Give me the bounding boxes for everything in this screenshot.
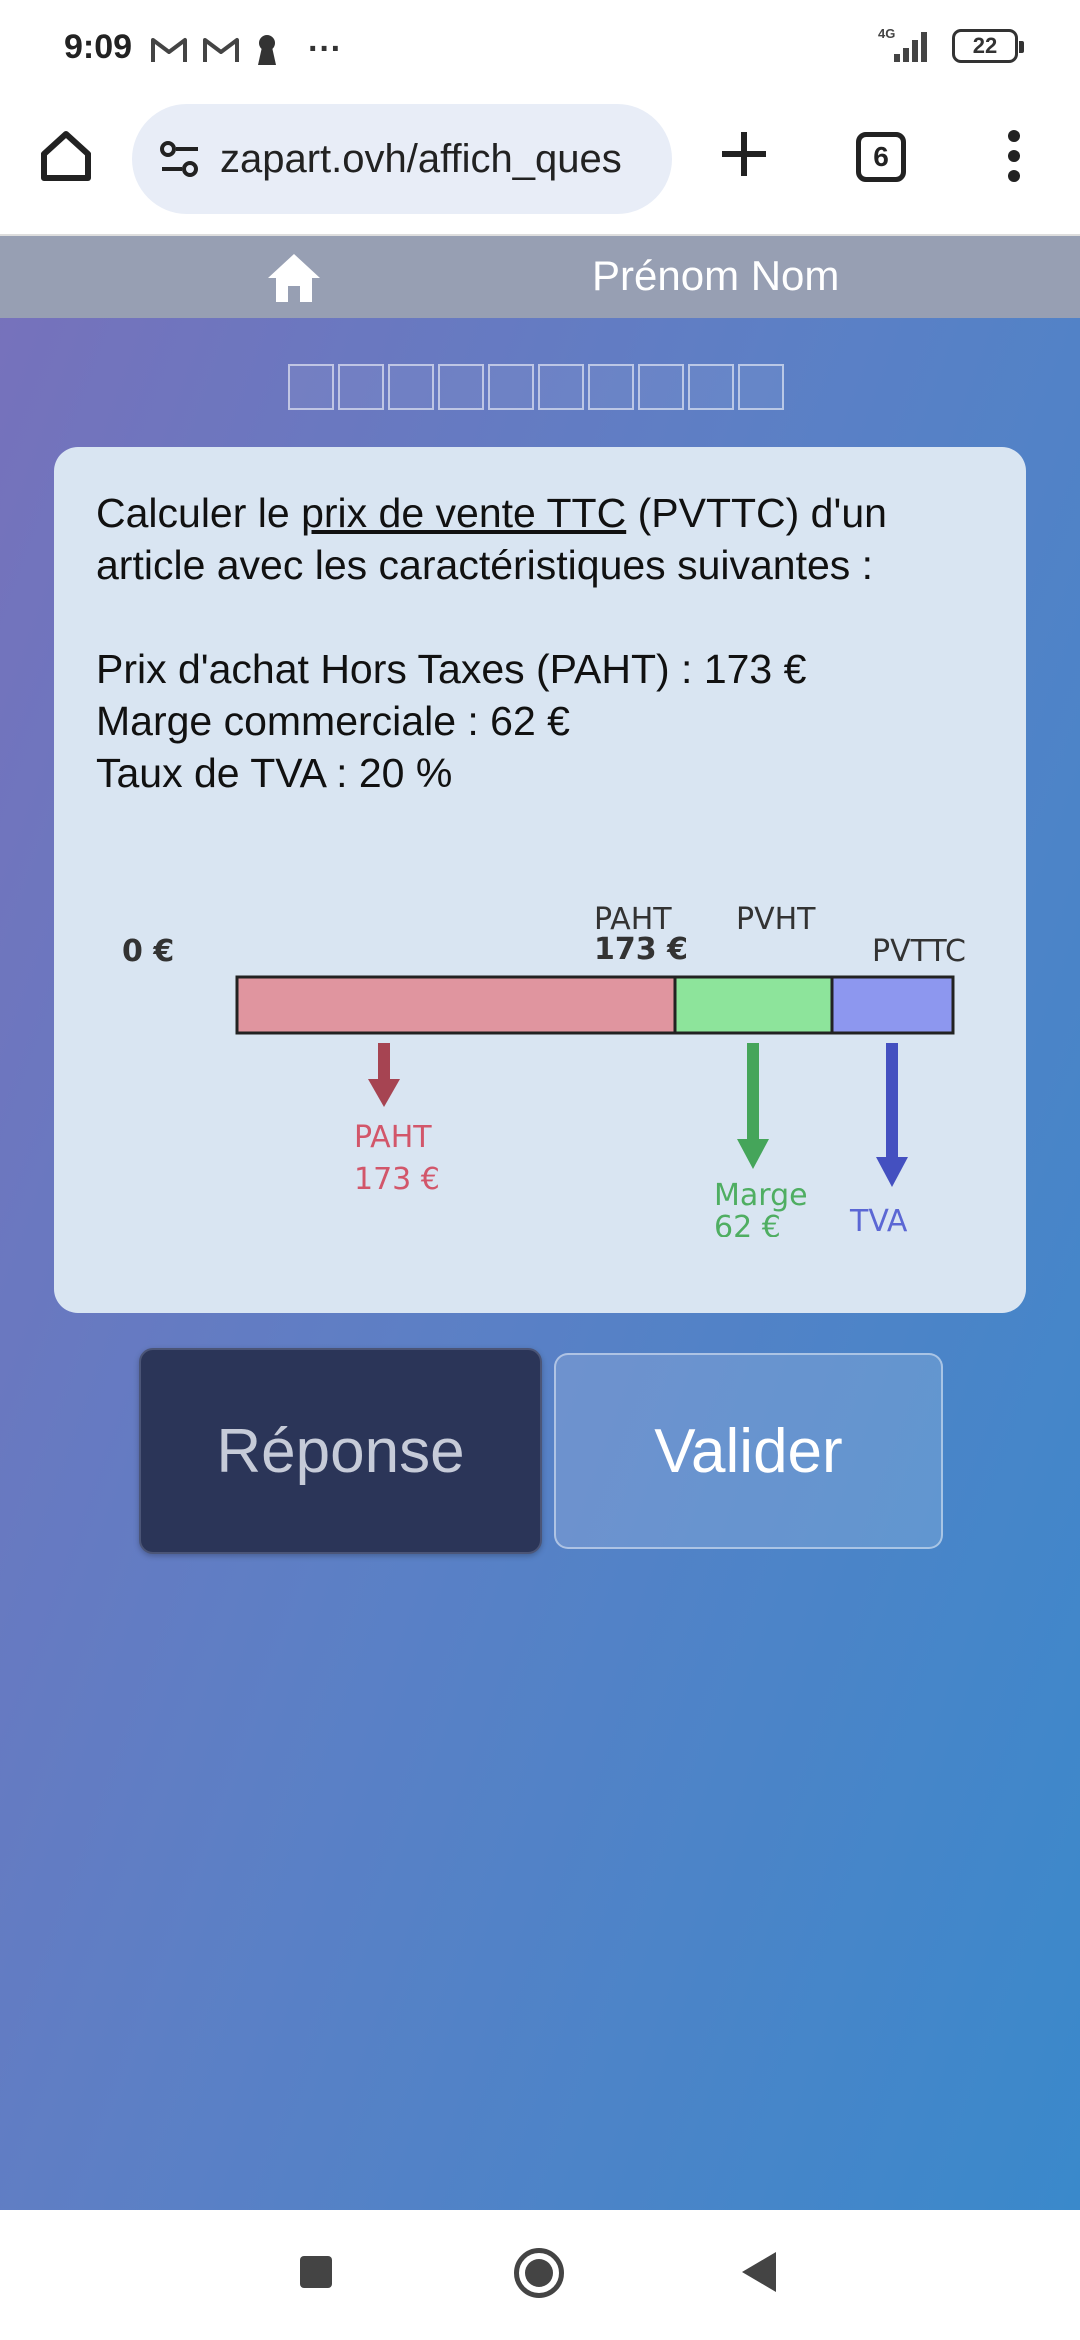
progress-cell [738, 364, 784, 410]
question-intro-before: Calculer le [96, 490, 302, 536]
status-time: 9:09 [64, 28, 133, 66]
diagram-pvht-label: PVHT [736, 902, 816, 937]
question-intro-link[interactable]: prix de vente TTC [301, 490, 626, 536]
site-settings-icon[interactable] [158, 139, 202, 179]
question-line-marge: Marge commerciale : 62 € [96, 698, 570, 744]
battery-level: 22 [972, 33, 998, 58]
progress-cell [338, 364, 384, 410]
keyhole-icon [258, 34, 276, 65]
site-navbar: Prénom Nom [0, 236, 1080, 318]
price-diagram: 0 € PAHT 173 € PVHT PVTTC PAHT 173 € Mar… [122, 902, 966, 1237]
url-text[interactable]: zapart.ovh/affich_ques [220, 137, 622, 182]
tab-count: 6 [873, 141, 889, 172]
progress-cell [538, 364, 584, 410]
network-type-label: 4G [878, 26, 895, 41]
menu-icon[interactable] [1000, 128, 1028, 184]
question-card: Calculer le prix de vente TTC (PVTTC) d'… [54, 447, 1026, 1313]
home-nav-icon[interactable] [514, 2248, 564, 2298]
system-nav-bar [0, 2210, 1080, 2340]
bar-segment-paht [235, 975, 677, 1035]
progress-cell [288, 364, 334, 410]
question-data: Prix d'achat Hors Taxes (PAHT) : 173 € M… [96, 643, 996, 799]
page-content: Prénom Nom Calculer le prix de vente TTC… [0, 236, 1080, 2210]
diagram-tva-label: TVA [849, 1204, 908, 1237]
tab-switcher-button[interactable]: 6 [856, 132, 906, 182]
tva-arrow-icon [876, 1043, 908, 1187]
browser-toolbar: zapart.ovh/affich_ques 6 [0, 96, 1080, 236]
gmail-icon [151, 37, 187, 62]
paht-arrow-icon [368, 1043, 400, 1107]
question-progress [288, 364, 784, 410]
progress-cell [638, 364, 684, 410]
address-bar[interactable]: zapart.ovh/affich_ques [132, 104, 672, 214]
valider-button[interactable]: Valider [554, 1353, 943, 1549]
progress-cell [488, 364, 534, 410]
progress-cell [438, 364, 484, 410]
more-notifications-icon: ··· [308, 30, 342, 68]
diagram-paht-top-value: 173 € [594, 932, 688, 967]
bar-segment-marge [673, 975, 834, 1035]
diagram-marge-label: Marge [714, 1178, 808, 1213]
user-name[interactable]: Prénom Nom [592, 252, 839, 300]
back-icon[interactable] [742, 2252, 776, 2292]
bar-segment-tva [830, 975, 955, 1035]
question-line-tva: Taux de TVA : 20 % [96, 750, 453, 796]
gmail-icon [203, 37, 239, 62]
progress-cell [588, 364, 634, 410]
marge-arrow-icon [737, 1043, 769, 1169]
home-icon[interactable] [36, 126, 96, 186]
question-line-paht: Prix d'achat Hors Taxes (PAHT) : 173 € [96, 646, 807, 692]
diagram-pvttc-label: PVTTC [872, 934, 966, 969]
reponse-button[interactable]: Réponse [139, 1348, 542, 1554]
diagram-marge-value: 62 € [714, 1210, 781, 1237]
recents-icon[interactable] [300, 2256, 332, 2288]
status-bar: 9:09 ··· 4G 22 [0, 0, 1080, 96]
progress-cell [688, 364, 734, 410]
diagram-paht-value: 173 € [354, 1162, 440, 1197]
home-icon[interactable] [266, 250, 322, 304]
new-tab-icon[interactable] [716, 126, 772, 182]
diagram-start-label: 0 € [122, 934, 174, 969]
signal-icon: 4G [878, 26, 927, 62]
battery-icon: 22 [952, 29, 1024, 63]
diagram-paht-label: PAHT [354, 1120, 432, 1155]
notification-icons: ··· [150, 30, 342, 69]
question-intro: Calculer le prix de vente TTC (PVTTC) d'… [96, 487, 996, 591]
progress-cell [388, 364, 434, 410]
